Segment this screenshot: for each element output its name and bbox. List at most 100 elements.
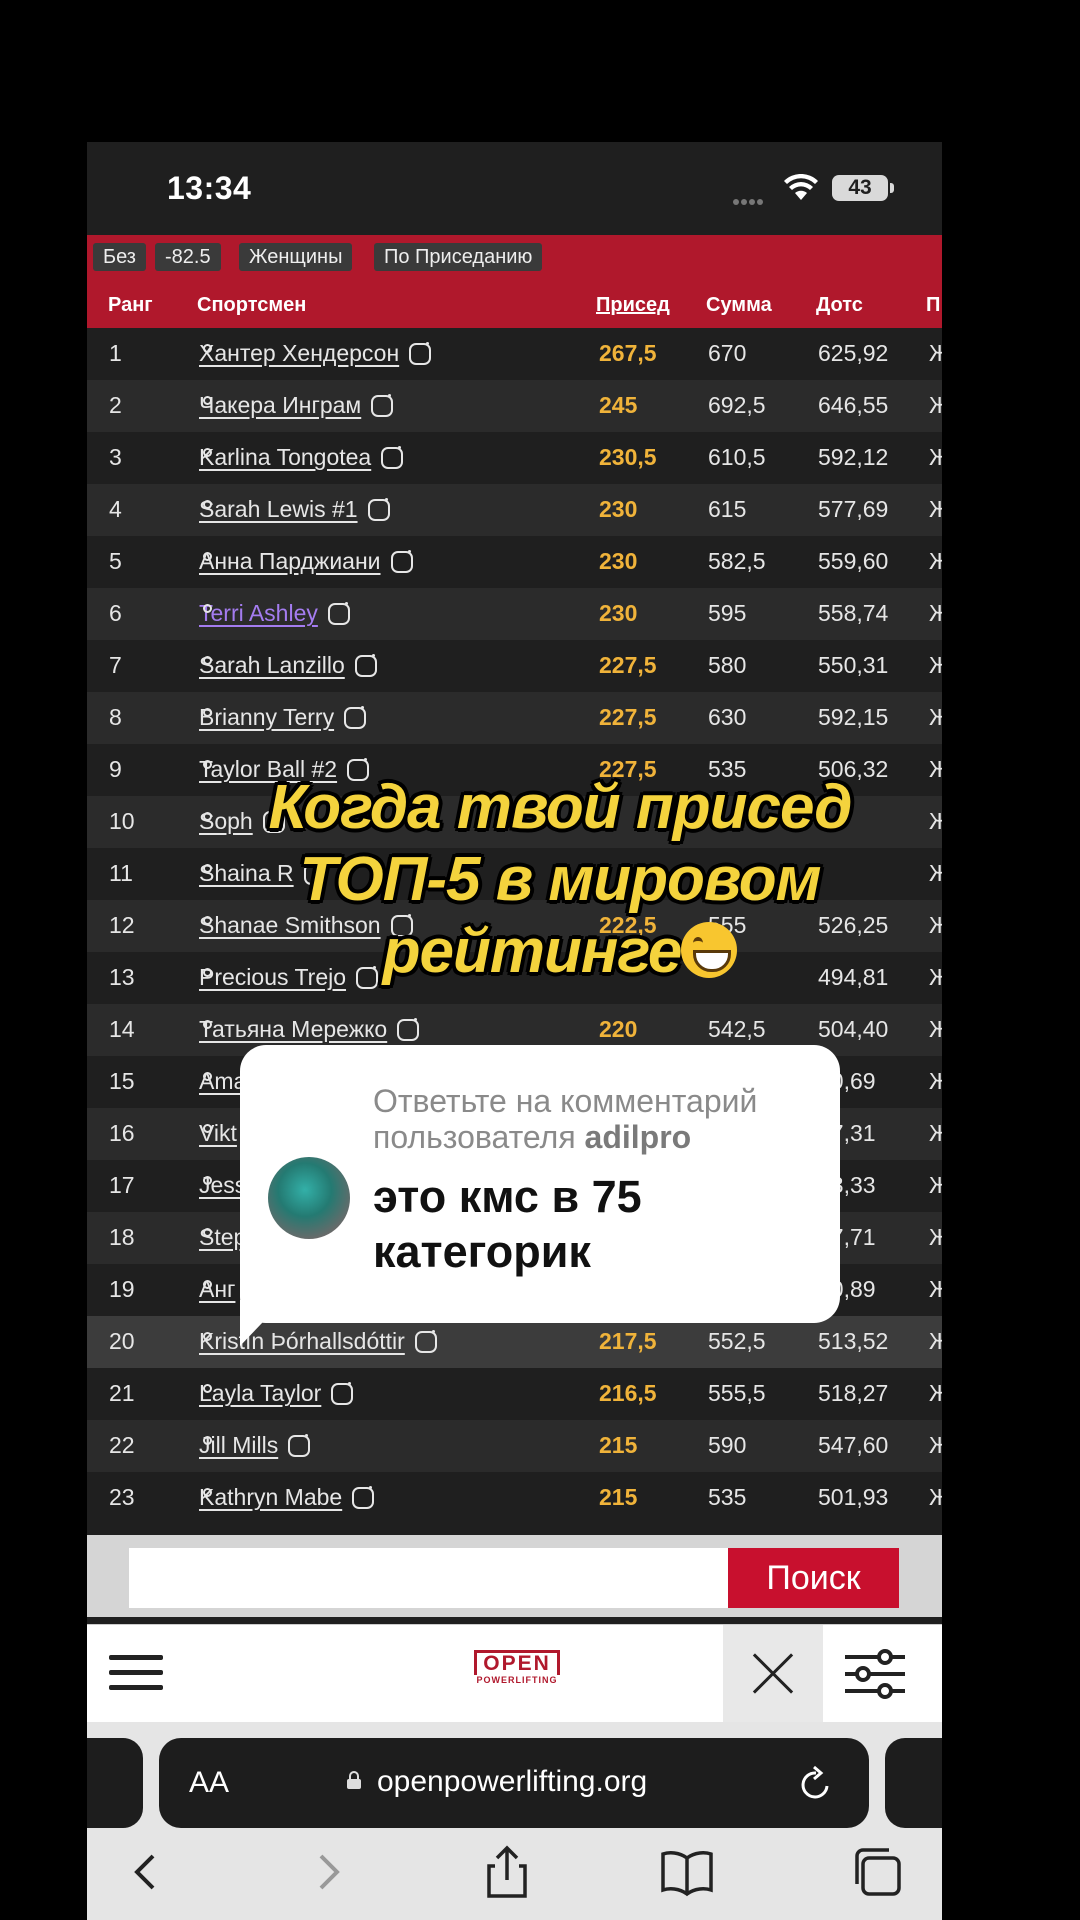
status-bar: 13:34 43: [87, 142, 942, 235]
athlete-link[interactable]: Kristín Þórhallsdóttir: [199, 1328, 405, 1354]
total-cell: 552,5: [708, 1328, 766, 1354]
header-athlete[interactable]: Спортсмен: [197, 294, 306, 317]
forward-icon[interactable]: [297, 1842, 357, 1902]
filter-weight-class[interactable]: -82.5: [155, 243, 221, 271]
next-tab-preview[interactable]: [885, 1738, 942, 1828]
instagram-icon[interactable]: [367, 499, 390, 521]
athlete-cell: Kristín Þórhallsdóttir: [199, 1328, 437, 1355]
athlete-cell: Layla Taylor: [199, 1380, 354, 1407]
rank-cell: 23: [109, 1484, 135, 1510]
athlete-cell: Terri Ashley: [199, 600, 350, 627]
squat-cell: 215: [599, 1484, 638, 1510]
header-rank[interactable]: Ранг: [108, 294, 153, 317]
rank-cell: 20: [109, 1328, 135, 1354]
rank-cell: 16: [109, 1120, 135, 1146]
instagram-icon[interactable]: [397, 1019, 420, 1041]
instagram-icon[interactable]: [354, 655, 377, 677]
dots-cell: 547,60: [818, 1432, 889, 1458]
instagram-icon[interactable]: [344, 707, 367, 729]
total-cell: 595: [708, 600, 747, 626]
close-icon[interactable]: [723, 1625, 823, 1723]
filter-sex[interactable]: Женщины: [239, 243, 353, 271]
header-squat[interactable]: Присед: [596, 294, 670, 317]
squat-cell: 227,5: [599, 704, 657, 730]
header-total[interactable]: Сумма: [706, 294, 772, 317]
logo-top-text: OPEN: [474, 1650, 560, 1675]
tabs-icon[interactable]: [847, 1842, 907, 1902]
bookmarks-icon[interactable]: [657, 1842, 717, 1902]
table-row: 22 Jill Mills 215 590 547,60 Ж: [87, 1420, 942, 1472]
instagram-icon[interactable]: [331, 1383, 354, 1405]
sex-cell: Ж: [929, 912, 942, 938]
table-row: 21 Layla Taylor 216,5 555,5 518,27 Ж: [87, 1368, 942, 1420]
share-icon[interactable]: [477, 1842, 537, 1902]
filter-equipment[interactable]: Без: [93, 243, 146, 271]
dots-cell: 559,60: [818, 548, 889, 574]
instagram-icon[interactable]: [409, 343, 432, 365]
dots-cell: 577,69: [818, 496, 889, 522]
athlete-link[interactable]: Layla Taylor: [199, 1380, 321, 1406]
sex-cell: Ж: [929, 808, 942, 834]
athlete-link[interactable]: Karlina Tongotea: [199, 444, 371, 470]
filter-sort[interactable]: По Приседанию: [374, 243, 543, 271]
search-input[interactable]: [129, 1548, 729, 1608]
instagram-icon[interactable]: [327, 603, 350, 625]
athlete-link[interactable]: Kathryn Mabe: [199, 1484, 342, 1510]
rank-cell: 3: [109, 444, 122, 470]
menu-icon[interactable]: [109, 1655, 163, 1695]
sliders-icon[interactable]: [843, 1649, 907, 1699]
instagram-icon[interactable]: [288, 1435, 311, 1457]
athlete-link[interactable]: Анна Парджиани: [199, 548, 381, 574]
table-row: 2 Чакера Инграм 245 692,5 646,55 Ж: [87, 380, 942, 432]
table-row: 3 Karlina Tongotea 230,5 610,5 592,12 Ж: [87, 432, 942, 484]
browser-toolbar: [87, 1834, 942, 1920]
athlete-link[interactable]: Sarah Lewis #1: [199, 496, 358, 522]
reload-icon[interactable]: [799, 1764, 833, 1802]
previous-tab-preview[interactable]: [87, 1738, 143, 1828]
reply-prefix: Ответьте на комментарий пользователя: [373, 1083, 758, 1155]
table-row: 23 Kathryn Mabe 215 535 501,93 Ж: [87, 1472, 942, 1524]
dots-cell: 592,12: [818, 444, 889, 470]
rank-cell: 15: [109, 1068, 135, 1094]
header-sex[interactable]: П: [926, 294, 940, 317]
instagram-icon[interactable]: [390, 551, 413, 573]
rank-cell: 14: [109, 1016, 135, 1042]
athlete-link[interactable]: Татьяна Мережко: [199, 1016, 387, 1042]
dots-cell: 518,27: [818, 1380, 889, 1406]
table-row: 7 Sarah Lanzillo 227,5 580 550,31 Ж: [87, 640, 942, 692]
squat-cell: 215: [599, 1432, 638, 1458]
athlete-cell: Sarah Lewis #1: [199, 496, 390, 523]
dots-cell: 592,15: [818, 704, 889, 730]
avatar: [268, 1157, 350, 1239]
squat-cell: 227,5: [599, 652, 657, 678]
rank-cell: 5: [109, 548, 122, 574]
dots-cell: 558,74: [818, 600, 889, 626]
athlete-link[interactable]: Чакера Инграм: [199, 392, 361, 418]
instagram-icon[interactable]: [381, 447, 404, 469]
total-cell: 692,5: [708, 392, 766, 418]
sex-cell: Ж: [929, 860, 942, 886]
athlete-link[interactable]: Хантер Хендерсон: [199, 340, 399, 366]
comment-reply-bubble[interactable]: Ответьте на комментарий пользователя adi…: [240, 1045, 840, 1323]
athlete-link[interactable]: Brianny Terry: [199, 704, 334, 730]
total-cell: 610,5: [708, 444, 766, 470]
total-cell: 670: [708, 340, 747, 366]
athlete-link[interactable]: Terri Ashley: [199, 600, 318, 626]
reader-options-button[interactable]: AA: [189, 1766, 229, 1800]
url-text[interactable]: openpowerlifting.org: [377, 1765, 647, 1799]
dots-cell: 550,31: [818, 652, 889, 678]
header-dots[interactable]: Дотс: [816, 294, 863, 317]
instagram-icon[interactable]: [414, 1331, 437, 1353]
instagram-icon[interactable]: [352, 1487, 375, 1509]
athlete-link[interactable]: Sarah Lanzillo: [199, 652, 345, 678]
athlete-link[interactable]: Jill Mills: [199, 1432, 278, 1458]
instagram-icon[interactable]: [371, 395, 394, 417]
back-icon[interactable]: [117, 1842, 177, 1902]
rank-cell: 8: [109, 704, 122, 730]
search-button[interactable]: Поиск: [728, 1548, 899, 1608]
total-cell: 535: [708, 1484, 747, 1510]
sex-cell: Ж: [929, 1016, 942, 1042]
address-bar[interactable]: AA openpowerlifting.org: [159, 1738, 869, 1828]
openpowerlifting-logo[interactable]: OPEN POWERLIFTING: [447, 1650, 587, 1696]
athlete-cell: Karlina Tongotea: [199, 444, 404, 471]
